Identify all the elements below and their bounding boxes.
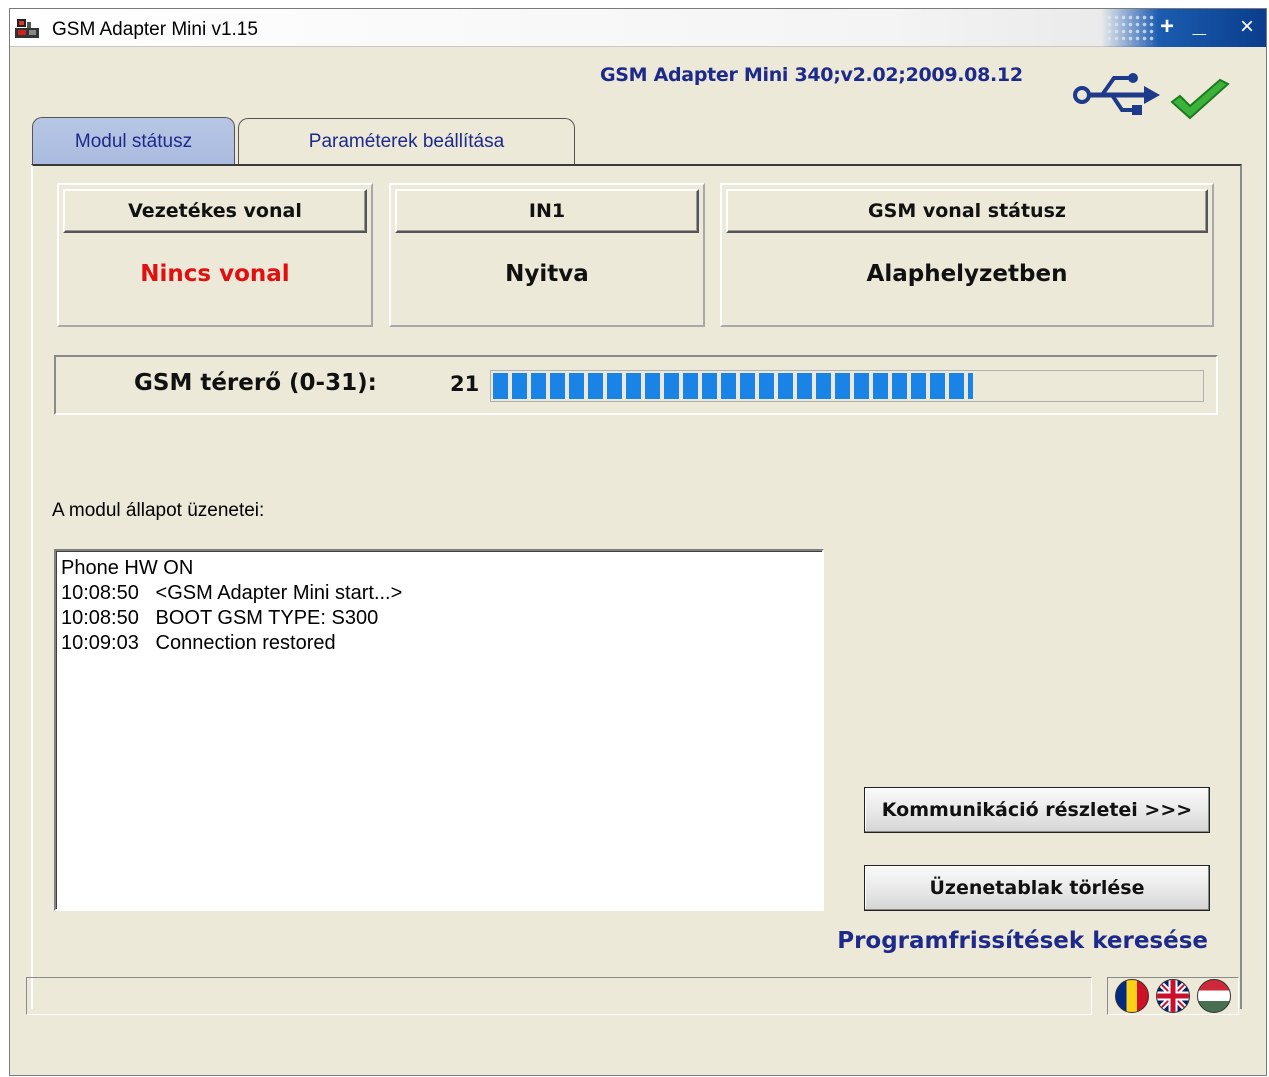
messages-label: A modul állapot üzenetei: — [52, 500, 265, 521]
window-title: GSM Adapter Mini v1.15 — [52, 19, 258, 40]
gsm-line-value: Alaphelyzetben — [866, 261, 1068, 287]
title-controls: + _ × — [1101, 9, 1266, 47]
log-line: Phone HW ON — [61, 557, 194, 579]
titlebar-decoration — [1106, 14, 1156, 44]
wired-line-title: Vezetékes vonal — [63, 189, 367, 233]
check-updates-link[interactable]: Programfrissítések keresése — [837, 928, 1208, 954]
signal-strength-panel: GSM térerő (0-31): 21 — [54, 355, 1218, 415]
tab-modul-status[interactable]: Modul státusz — [32, 117, 235, 165]
messages-log[interactable]: Phone HW ON 10:08:50 <GSM Adapter Mini s… — [54, 549, 824, 911]
signal-strength-bar — [490, 370, 1204, 402]
gsm-line-title: GSM vonal státusz — [726, 189, 1208, 233]
flag-gb-icon[interactable] — [1155, 979, 1190, 1013]
flag-hu-icon[interactable] — [1196, 979, 1231, 1013]
communication-details-button[interactable]: Kommunikáció részletei >>> — [864, 787, 1210, 833]
close-button[interactable]: × — [1240, 13, 1254, 41]
log-line: 10:08:50 <GSM Adapter Mini start...> — [61, 582, 403, 604]
tab-parameters[interactable]: Paraméterek beállítása — [238, 118, 575, 164]
signal-strength-value: 21 — [450, 372, 480, 396]
plus-button[interactable]: + — [1160, 13, 1174, 41]
flag-ro-icon[interactable] — [1115, 979, 1150, 1013]
log-line: 10:09:03 Connection restored — [61, 632, 336, 654]
title-bar[interactable]: GSM Adapter Mini v1.15 + _ × — [10, 9, 1266, 47]
in1-value: Nyitva — [505, 261, 589, 287]
status-bar — [26, 977, 1092, 1015]
check-icon — [1170, 78, 1230, 120]
language-selector — [1107, 977, 1239, 1015]
wired-line-panel: Vezetékes vonal Nincs vonal — [57, 183, 373, 327]
in1-title: IN1 — [395, 189, 699, 233]
in1-panel: IN1 Nyitva — [389, 183, 705, 327]
app-window: GSM Adapter Mini v1.15 + _ × GSM Adapter… — [9, 8, 1267, 1076]
usb-icon — [1073, 73, 1160, 115]
log-line: 10:08:50 BOOT GSM TYPE: S300 — [61, 607, 379, 629]
app-icon — [15, 19, 39, 38]
minimize-button[interactable]: _ — [1193, 11, 1206, 39]
signal-strength-label: GSM térerő (0-31): — [134, 370, 377, 396]
device-info-label: GSM Adapter Mini 340;v2.02;2009.08.12 — [600, 64, 1023, 86]
clear-messages-button[interactable]: Üzenetablak törlése — [864, 865, 1210, 911]
gsm-line-panel: GSM vonal státusz Alaphelyzetben — [720, 183, 1214, 327]
signal-strength-fill — [493, 373, 973, 399]
wired-line-value: Nincs vonal — [140, 261, 290, 287]
